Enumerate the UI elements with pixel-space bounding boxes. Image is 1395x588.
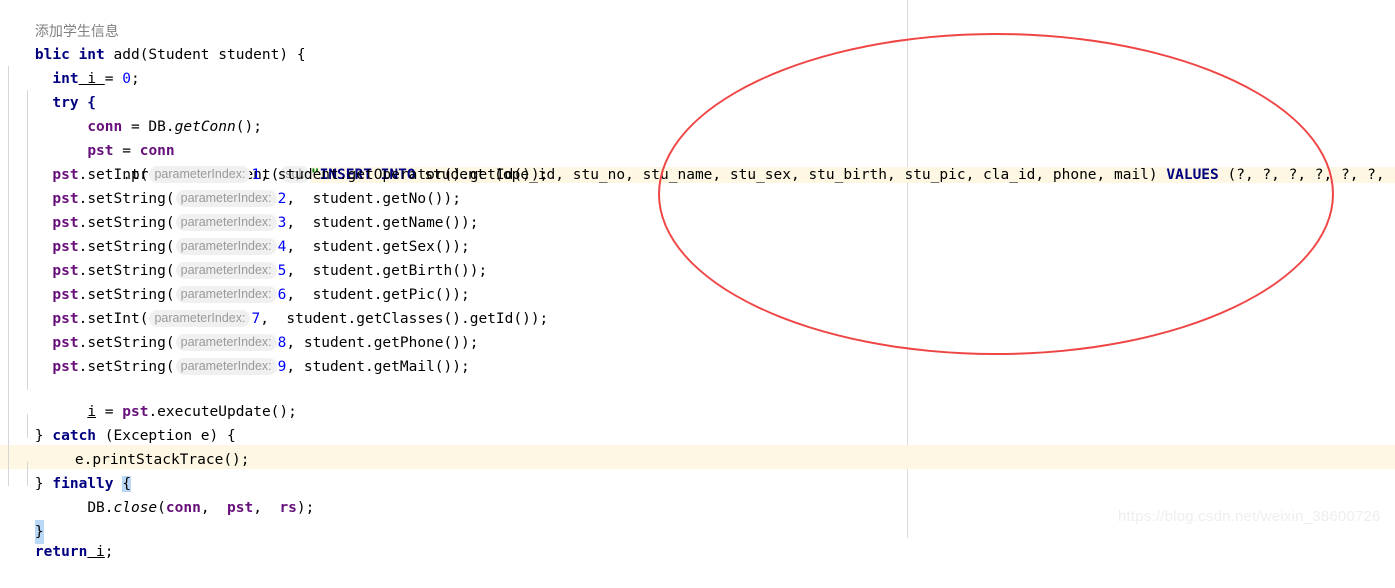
setter-argument: , student.getClasses().getId()); [260, 311, 548, 327]
return-variable: i [87, 544, 104, 560]
return-semicolon: ; [105, 544, 114, 560]
code-line-catch: } catch (Exception e) { [0, 400, 1395, 424]
code-line-pst: pst = conn [0, 115, 1395, 139]
field-pst-receiver: pst [52, 335, 78, 351]
set-parameter-text: pst.setString(parameterIndex:2, student.… [0, 187, 461, 211]
parameter-hint-parameterindex: parameterIndex: [149, 166, 250, 183]
return-keyword: return [35, 544, 87, 560]
code-line-set-parameter-8: pst.setString(parameterIndex:8, student.… [0, 331, 1395, 355]
code-line-set-parameter-3: pst.setString(parameterIndex:3, student.… [0, 211, 1395, 235]
setter-method-name: .setString( [79, 335, 175, 351]
setter-method-name: .setInt( [79, 167, 149, 183]
setter-method-name: .setString( [79, 191, 175, 207]
code-line-try: try { [0, 67, 1395, 91]
parameter-hint-parameterindex: parameterIndex: [176, 334, 277, 351]
watermark-url: https://blog.csdn.net/weixin_38600726 [1118, 508, 1381, 525]
code-line-signature: blic int add(Student student) { [0, 19, 1395, 43]
setter-argument: , student.getSex()); [286, 239, 469, 255]
code-line-db-close: DB.close(conn, pst, rs); [0, 472, 1395, 496]
field-pst-receiver: pst [52, 359, 78, 375]
code-line-execute-update: i = pst.executeUpdate(); [0, 376, 1395, 400]
code-line-set-parameter-6: pst.setString(parameterIndex:6, student.… [0, 283, 1395, 307]
set-parameter-text: pst.setInt(parameterIndex:7, student.get… [0, 307, 548, 331]
setter-method-name: .setString( [79, 239, 175, 255]
set-parameter-text: pst.setString(parameterIndex:5, student.… [0, 259, 487, 283]
code-line-comment: 添加学生信息 [0, 0, 1395, 20]
set-parameter-text: pst.setString(parameterIndex:3, student.… [0, 211, 478, 235]
setter-method-name: .setString( [79, 215, 175, 231]
set-parameter-text: pst.setString(parameterIndex:8, student.… [0, 331, 478, 355]
parameter-hint-parameterindex: parameterIndex: [176, 214, 277, 231]
set-parameter-text: pst.setString(parameterIndex:4, student.… [0, 235, 470, 259]
setter-argument: , student.getName()); [286, 215, 478, 231]
code-editor[interactable]: 添加学生信息 blic int add(Student student) { i… [0, 0, 1395, 538]
code-line-set-parameter-2: pst.setString(parameterIndex:2, student.… [0, 187, 1395, 211]
setter-argument: , student.getPhone()); [286, 335, 478, 351]
setter-method-name: .setString( [79, 359, 175, 375]
field-pst-receiver: pst [52, 191, 78, 207]
parameter-hint-parameterindex: parameterIndex: [176, 262, 277, 279]
parameter-hint-parameterindex: parameterIndex: [149, 310, 250, 327]
setter-method-name: .setString( [79, 287, 175, 303]
parameter-index-value: 7 [251, 311, 260, 327]
parameter-hint-parameterindex: parameterIndex: [176, 286, 277, 303]
setter-argument: , student.getPic()); [286, 287, 469, 303]
parameter-hint-parameterindex: parameterIndex: [176, 358, 277, 375]
setter-method-name: .setInt( [79, 311, 149, 327]
setter-argument: , student.getOperator().getId()); [260, 167, 548, 183]
setter-argument: , student.getMail()); [286, 359, 469, 375]
code-line-set-parameter-7: pst.setInt(parameterIndex:7, student.get… [0, 307, 1395, 331]
code-line-conn: conn = DB.getConn(); [0, 91, 1395, 115]
setter-argument: , student.getNo()); [286, 191, 461, 207]
return-text: return i; [35, 540, 114, 564]
setter-method-name: .setString( [79, 263, 175, 279]
field-pst-receiver: pst [52, 239, 78, 255]
code-line-int-i: int i = 0; [0, 43, 1395, 67]
code-line-print-stack-trace: e.printStackTrace(); [0, 424, 1395, 448]
set-parameter-text: pst.setString(parameterIndex:6, student.… [0, 283, 470, 307]
set-parameter-text: pst.setInt(parameterIndex:1, student.get… [0, 163, 548, 187]
setter-argument: , student.getBirth()); [286, 263, 487, 279]
field-pst-receiver: pst [52, 263, 78, 279]
field-pst-receiver: pst [52, 287, 78, 303]
code-line-set-parameter-5: pst.setString(parameterIndex:5, student.… [0, 259, 1395, 283]
code-line-set-parameter-4: pst.setString(parameterIndex:4, student.… [0, 235, 1395, 259]
parameter-hint-parameterindex: parameterIndex: [176, 238, 277, 255]
parameter-hint-parameterindex: parameterIndex: [176, 190, 277, 207]
field-pst-receiver: pst [52, 311, 78, 327]
parameter-index-value: 1 [251, 167, 260, 183]
code-line-prepare-statement: .prepareStatement(sql:"INSERT INTO stude… [0, 139, 1395, 163]
field-pst-receiver: pst [52, 167, 78, 183]
code-line-set-parameter-1: pst.setInt(parameterIndex:1, student.get… [0, 163, 1395, 187]
code-line-finally: } finally { [0, 448, 1395, 472]
field-pst-receiver: pst [52, 215, 78, 231]
